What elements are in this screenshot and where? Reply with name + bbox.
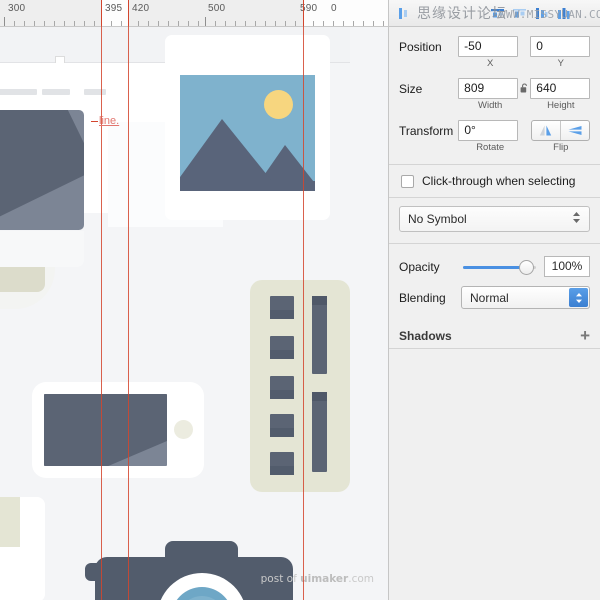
monitor-screen — [0, 110, 84, 230]
watermark-prefix: post of — [260, 573, 301, 585]
flip-horizontal-icon[interactable] — [532, 121, 561, 140]
align-left-icon[interactable] — [393, 3, 415, 23]
phone-screen-shade — [44, 394, 167, 466]
shadows-label: Shadows — [399, 328, 452, 343]
horizontal-ruler[interactable]: 300 395 420 500 590 0 — [0, 0, 388, 27]
opacity-slider[interactable] — [463, 258, 536, 276]
shadows-section-header: Shadows + — [389, 323, 600, 349]
list-card — [250, 280, 350, 492]
size-row: Size 809 640 — [389, 78, 600, 99]
vertical-guide-590[interactable] — [303, 0, 304, 600]
monitor-screen-shade — [0, 110, 84, 230]
size-height-input[interactable]: 640 — [530, 78, 591, 99]
ruler-label: 395 — [105, 3, 123, 14]
ruler-label: 420 — [132, 3, 150, 14]
camera-illustration — [60, 535, 310, 600]
placeholder-text-2 — [42, 89, 70, 95]
divider — [389, 243, 600, 244]
ruler-label: 300 — [8, 3, 26, 14]
divider — [389, 197, 600, 198]
monitor-stand — [0, 267, 45, 292]
click-through-checkbox[interactable] — [401, 174, 414, 188]
vertical-guide-395[interactable] — [101, 0, 102, 600]
position-row: Position -50 0 — [389, 36, 600, 57]
slider-knob[interactable] — [519, 259, 534, 275]
monitor-base — [0, 231, 84, 267]
opacity-label: Opacity — [399, 259, 440, 274]
click-through-label: Click-through when selecting — [422, 174, 576, 188]
sketch-app-window: line. 300 395 420 500 590 0 post of uima… — [0, 0, 600, 600]
inspector-panel: 思缘设计论坛 WWW.MISSYUAN.COM Position -50 0 X… — [388, 0, 600, 600]
opacity-row: Opacity 100% — [389, 256, 600, 277]
list-chip — [270, 336, 294, 359]
alignment-toolbar: 思缘设计论坛 WWW.MISSYUAN.COM — [389, 0, 600, 27]
plus-icon[interactable]: + — [580, 327, 590, 344]
watermark-brand: uimaker — [300, 573, 349, 585]
phone-home-button — [174, 420, 193, 439]
ruler-label: 0 — [331, 3, 337, 14]
size-height-sublabel: Height — [547, 100, 575, 111]
position-x-sublabel: X — [487, 58, 494, 69]
size-width-input[interactable]: 809 — [458, 78, 518, 99]
phone-device — [32, 382, 204, 478]
position-label: Position — [399, 39, 442, 54]
symbol-value: No Symbol — [408, 212, 467, 226]
canvas-area[interactable]: line. 300 395 420 500 590 0 post of uima… — [0, 0, 388, 600]
flip-vertical-icon[interactable] — [560, 121, 589, 140]
position-sublabels: X Y — [389, 57, 600, 69]
blending-row: Blending Normal — [389, 286, 600, 309]
size-width-sublabel: Width — [478, 100, 503, 111]
size-sublabels: Width Height — [389, 99, 600, 111]
sun-shape — [264, 90, 293, 119]
watermark-english-text: WWW.MISSYUAN.COM — [499, 8, 600, 21]
blending-value: Normal — [470, 290, 509, 305]
transform-sublabels: Rotate Flip — [389, 141, 600, 153]
list-bar — [312, 296, 327, 374]
transform-label: Transform — [399, 123, 454, 138]
placeholder-text-3 — [84, 89, 106, 95]
list-bar — [312, 392, 327, 472]
padlock-open-icon[interactable] — [518, 83, 530, 94]
rotate-input[interactable]: 0° — [458, 120, 519, 141]
photo-illustration — [180, 75, 315, 191]
click-through-row[interactable]: Click-through when selecting — [389, 165, 600, 197]
position-y-sublabel: Y — [557, 58, 564, 69]
chevron-updown-icon[interactable] — [569, 288, 588, 307]
symbol-select[interactable]: No Symbol — [399, 206, 590, 232]
uimaker-watermark: post of uimaker.com — [261, 573, 374, 585]
opacity-value-input[interactable]: 100% — [544, 256, 590, 277]
size-label: Size — [399, 81, 423, 96]
placeholder-text-1 — [0, 89, 37, 95]
ruler-label: 500 — [208, 3, 226, 14]
red-line-annotation: line. — [90, 115, 120, 127]
blending-label: Blending — [399, 290, 446, 305]
position-y-input[interactable]: 0 — [530, 36, 591, 57]
blending-select[interactable]: Normal — [461, 286, 590, 309]
flip-sublabel: Flip — [553, 142, 569, 153]
list-chip — [270, 376, 294, 399]
bottom-left-accent — [0, 497, 20, 547]
chevron-updown-icon[interactable] — [572, 211, 581, 227]
artboard: line. — [0, 27, 388, 600]
rotate-sublabel: Rotate — [476, 142, 505, 153]
list-chip — [270, 452, 294, 475]
watermark-chinese-text: 思缘设计论坛 — [417, 6, 507, 22]
vertical-guide-420[interactable] — [128, 0, 129, 600]
transform-row: Transform 0° — [389, 120, 600, 141]
list-chip — [270, 414, 294, 437]
watermark-suffix: .com — [348, 573, 374, 585]
flip-button-group — [530, 120, 590, 141]
list-chip — [270, 296, 294, 319]
position-x-input[interactable]: -50 — [458, 36, 518, 57]
photo-card — [165, 35, 330, 220]
ground-strip — [180, 181, 315, 191]
phone-screen — [44, 394, 167, 466]
